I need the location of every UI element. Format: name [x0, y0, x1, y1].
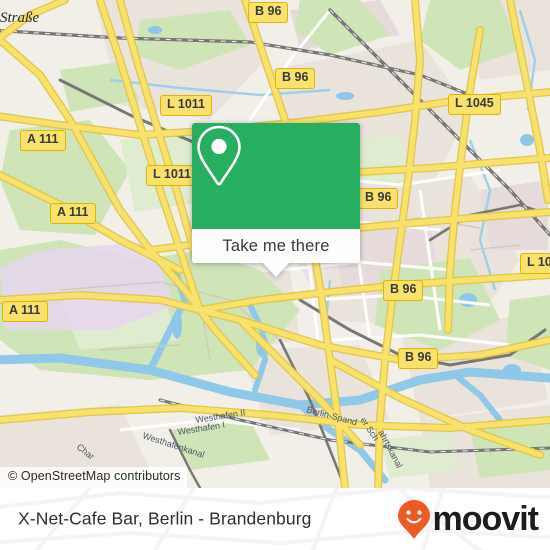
- road-shield: L 1011: [160, 95, 213, 116]
- road-shield: A 111: [20, 130, 66, 151]
- road-shield: L 1011: [146, 165, 199, 186]
- location-callout[interactable]: Take me there: [192, 123, 360, 277]
- moovit-wordmark: moovit: [432, 500, 539, 538]
- moovit-smiley-pin-icon: [397, 500, 430, 539]
- road-shield: B 96: [275, 68, 316, 89]
- moovit-logo[interactable]: moovit: [397, 499, 539, 539]
- map-canvas[interactable]: Westhafen II Westhafen I Westhafenkanal …: [0, 0, 550, 488]
- footer-bar: X-Net-Cafe Bar, Berlin - Brandenburg moo…: [0, 488, 550, 550]
- street-label-strasse: Straße: [0, 10, 40, 26]
- road-shield: B 96: [383, 280, 424, 301]
- road-shield: B 96: [358, 188, 399, 209]
- map-pin-icon: [197, 125, 241, 186]
- take-me-there-label: Take me there: [222, 236, 330, 255]
- road-shield: A 111: [2, 301, 48, 322]
- take-me-there-button[interactable]: Take me there: [192, 229, 360, 263]
- road-shield: A 111: [50, 203, 96, 224]
- place-title: X-Net-Cafe Bar, Berlin - Brandenburg: [18, 508, 312, 529]
- road-shield: B 96: [398, 348, 439, 369]
- road-shield: L 1045: [448, 94, 501, 115]
- callout-tail: [262, 262, 290, 277]
- road-shield: L 100: [520, 253, 550, 274]
- callout-icon-area: [192, 123, 360, 229]
- map-share-card: Westhafen II Westhafen I Westhafenkanal …: [0, 0, 550, 550]
- osm-attribution[interactable]: © OpenStreetMap contributors: [0, 467, 187, 488]
- road-shield: B 96: [248, 2, 289, 23]
